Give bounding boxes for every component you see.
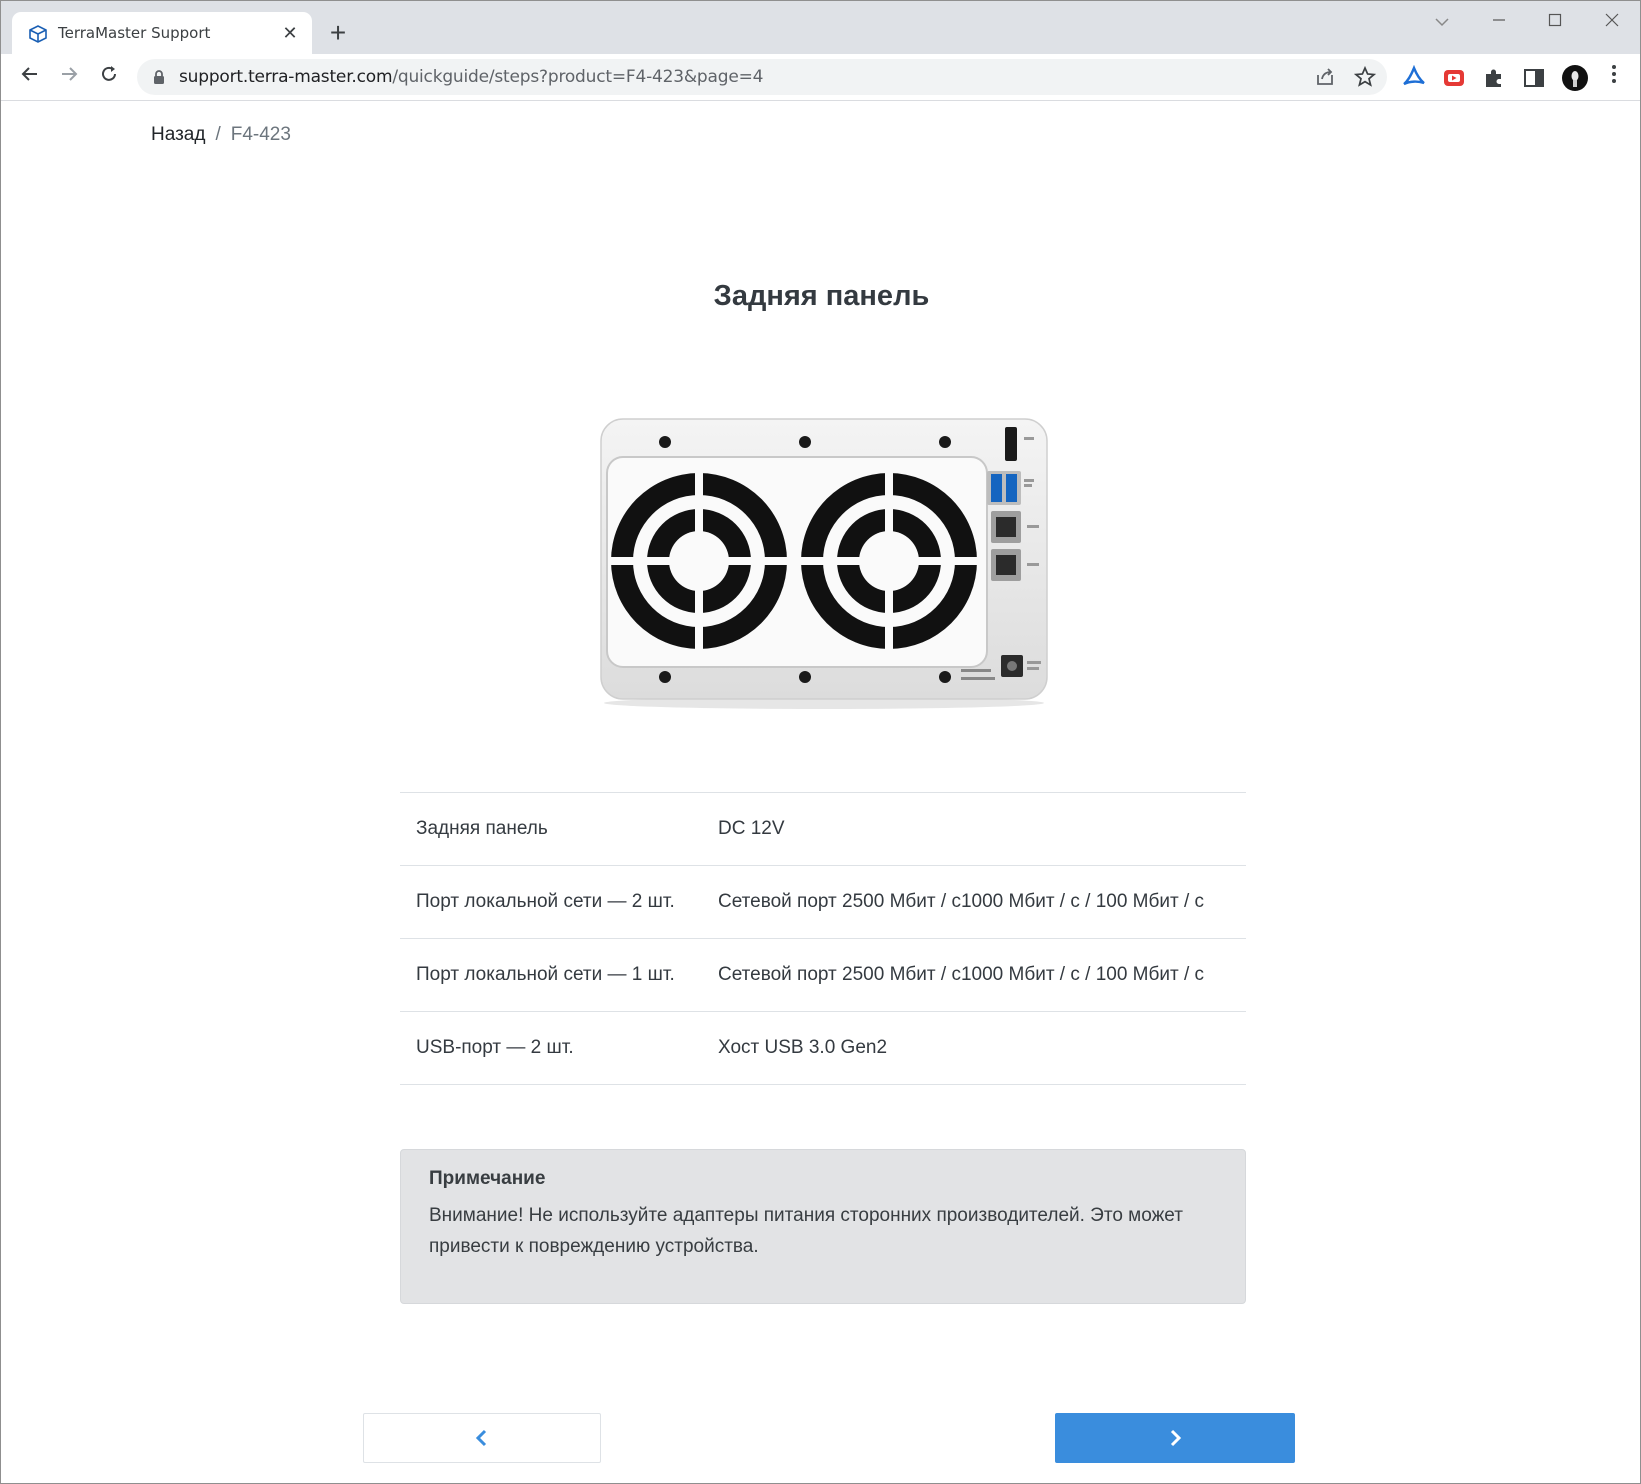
page-title: Задняя панель <box>713 280 930 312</box>
share-icon[interactable] <box>1313 65 1337 89</box>
spec-value: Сетевой порт 2500 Мбит / с1000 Мбит / с … <box>702 938 1246 1012</box>
spec-label: Порт локальной сети — 2 шт. <box>400 865 702 939</box>
extensions-puzzle-icon[interactable] <box>1481 65 1507 91</box>
nas-rear-panel-image <box>600 418 1048 709</box>
tab-search-icon[interactable] <box>1422 9 1462 33</box>
spec-label: USB-порт — 2 шт. <box>400 1011 702 1085</box>
note-title: Примечание <box>429 1168 546 1189</box>
tab-title: TerraMaster Support <box>58 24 211 42</box>
breadcrumb-separator: / <box>215 124 221 145</box>
bookmark-star-icon[interactable] <box>1353 65 1377 89</box>
acrobat-extension-icon[interactable] <box>1401 65 1427 91</box>
back-icon[interactable] <box>15 62 45 92</box>
page-content: Назад / F4-423 Задняя панель Задняя пане… <box>2 102 1640 1483</box>
next-page-button[interactable] <box>1055 1413 1295 1463</box>
address-bar[interactable]: support.terra-master.com/quickguide/step… <box>137 59 1387 95</box>
browser-window: TerraMaster Support ✕ + support.terra-ma… <box>0 0 1641 1484</box>
table-row: Порт локальной сети — 2 шт. Сетевой порт… <box>400 865 1246 939</box>
url-text: support.terra-master.com/quickguide/step… <box>179 67 763 87</box>
browser-toolbar: support.terra-master.com/quickguide/step… <box>1 54 1640 101</box>
minimize-icon[interactable] <box>1479 9 1519 33</box>
note-box: Примечание Внимание! Не используйте адап… <box>400 1149 1246 1304</box>
chevron-right-icon <box>1170 1429 1182 1447</box>
spec-label: Порт локальной сети — 1 шт. <box>400 938 702 1012</box>
breadcrumb-current: F4-423 <box>230 124 291 145</box>
tab-terramaster[interactable]: TerraMaster Support ✕ <box>12 12 312 54</box>
close-window-icon[interactable] <box>1592 9 1632 33</box>
url-path: /quickguide/steps?product=F4-423&page=4 <box>392 67 764 87</box>
table-row: USB-порт — 2 шт. Хост USB 3.0 Gen2 <box>400 1011 1246 1085</box>
breadcrumb: Назад / F4-423 <box>151 124 291 146</box>
side-panel-icon[interactable] <box>1521 65 1547 91</box>
tab-strip: TerraMaster Support ✕ + <box>1 1 1640 54</box>
lock-icon <box>154 70 164 84</box>
menu-kebab-icon[interactable] <box>1599 62 1629 92</box>
reload-icon[interactable] <box>94 62 124 92</box>
spec-label: Задняя панель <box>400 792 702 866</box>
prev-page-button[interactable] <box>363 1413 601 1463</box>
table-row: Порт локальной сети — 1 шт. Сетевой порт… <box>400 938 1246 1012</box>
spec-value: Хост USB 3.0 Gen2 <box>702 1011 1246 1085</box>
spec-value: DC 12V <box>702 792 1246 866</box>
new-tab-icon[interactable]: + <box>323 19 353 49</box>
url-host: support.terra-master.com <box>179 67 393 87</box>
breadcrumb-back-link[interactable]: Назад <box>151 124 205 145</box>
chevron-left-icon <box>475 1429 487 1447</box>
spec-table: Задняя панель DC 12V Порт локальной сети… <box>400 792 1246 1085</box>
forward-icon[interactable] <box>54 62 84 92</box>
terramaster-favicon-icon <box>29 25 47 43</box>
profile-avatar-icon[interactable] <box>1561 64 1589 92</box>
note-text: Внимание! Не используйте адаптеры питани… <box>429 1205 1183 1257</box>
table-row: Задняя панель DC 12V <box>400 792 1246 866</box>
maximize-icon[interactable] <box>1535 9 1575 33</box>
spec-value: Сетевой порт 2500 Мбит / с1000 Мбит / с … <box>702 865 1246 939</box>
video-extension-icon[interactable] <box>1441 65 1467 91</box>
close-tab-icon[interactable]: ✕ <box>278 21 302 45</box>
